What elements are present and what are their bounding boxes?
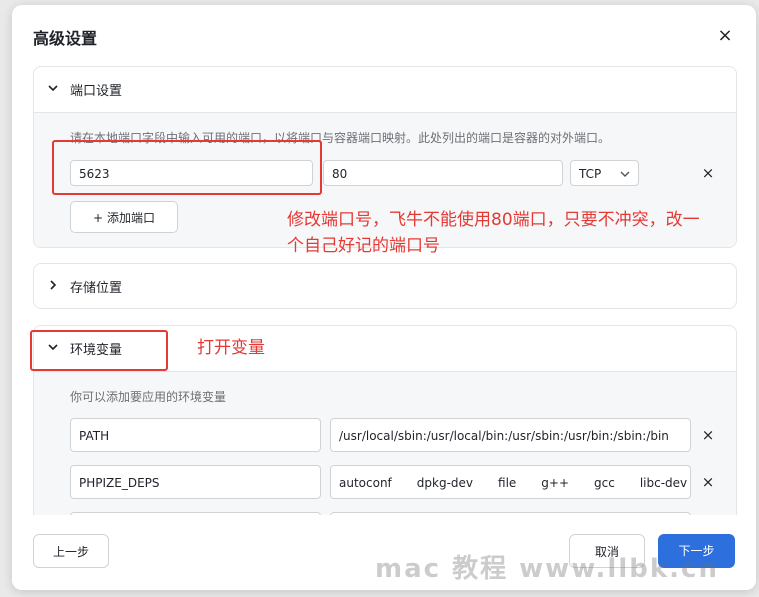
dialog-title: 高级设置 bbox=[33, 29, 98, 48]
storage-section: 存储位置 bbox=[33, 263, 737, 309]
chevron-down-icon bbox=[48, 85, 58, 92]
annotation-highlight-box bbox=[52, 140, 322, 195]
env-value-token: dpkg-dev bbox=[416, 476, 474, 490]
env-key-input[interactable]: PATH bbox=[70, 418, 321, 452]
annotation-highlight-box bbox=[30, 330, 168, 371]
advanced-settings-dialog: 高级设置 × 端口设置 请在本地端口字段中输入可用的端口，以将端口与容器端口映射… bbox=[12, 5, 756, 590]
storage-title: 存储位置 bbox=[70, 281, 123, 296]
chevron-right-icon bbox=[50, 280, 57, 290]
env-value-token: file bbox=[498, 476, 517, 490]
container-port-input[interactable]: 80 bbox=[323, 160, 563, 186]
port-settings-title: 端口设置 bbox=[70, 84, 123, 99]
remove-env-icon[interactable]: × bbox=[700, 427, 716, 443]
add-port-button[interactable]: + 添加端口 bbox=[70, 201, 178, 233]
port-settings-header[interactable]: 端口设置 bbox=[34, 67, 736, 111]
remove-port-icon[interactable]: × bbox=[700, 165, 716, 181]
env-value-input[interactable]: autoconf dpkg-dev file g++ gcc libc-dev bbox=[330, 465, 691, 499]
storage-header[interactable]: 存储位置 bbox=[34, 264, 736, 308]
chevron-down-icon bbox=[620, 171, 630, 177]
port-annotation: 修改端口号，飞牛不能使用80端口，只要不冲突，改一个自己好记的端口号 bbox=[287, 210, 700, 256]
env-hint: 你可以添加要应用的环境变量 bbox=[70, 390, 227, 404]
add-port-label: 添加端口 bbox=[106, 211, 155, 225]
env-value-token: g++ bbox=[541, 476, 570, 490]
env-value-token: gcc bbox=[594, 476, 615, 490]
plus-icon: + bbox=[93, 211, 104, 225]
env-value-input[interactable]: /usr/local/sbin:/usr/local/bin:/usr/sbin… bbox=[330, 418, 691, 452]
prev-step-button[interactable]: 上一步 bbox=[33, 534, 109, 568]
env-annotation: 打开变量 bbox=[197, 338, 265, 358]
env-value-token: autoconf bbox=[339, 476, 392, 490]
close-icon[interactable]: × bbox=[715, 26, 735, 46]
protocol-select[interactable]: TCP bbox=[570, 160, 639, 186]
env-key-input[interactable]: PHPIZE_DEPS bbox=[70, 465, 321, 499]
protocol-value: TCP bbox=[579, 167, 602, 181]
remove-env-icon[interactable]: × bbox=[700, 474, 716, 490]
env-value-token: libc-dev bbox=[639, 476, 688, 490]
watermark: mac 教程 www.llbk.cn bbox=[375, 554, 719, 584]
env-variables-body: 你可以添加要应用的环境变量 PATH /usr/local/sbin:/usr/… bbox=[34, 371, 736, 546]
